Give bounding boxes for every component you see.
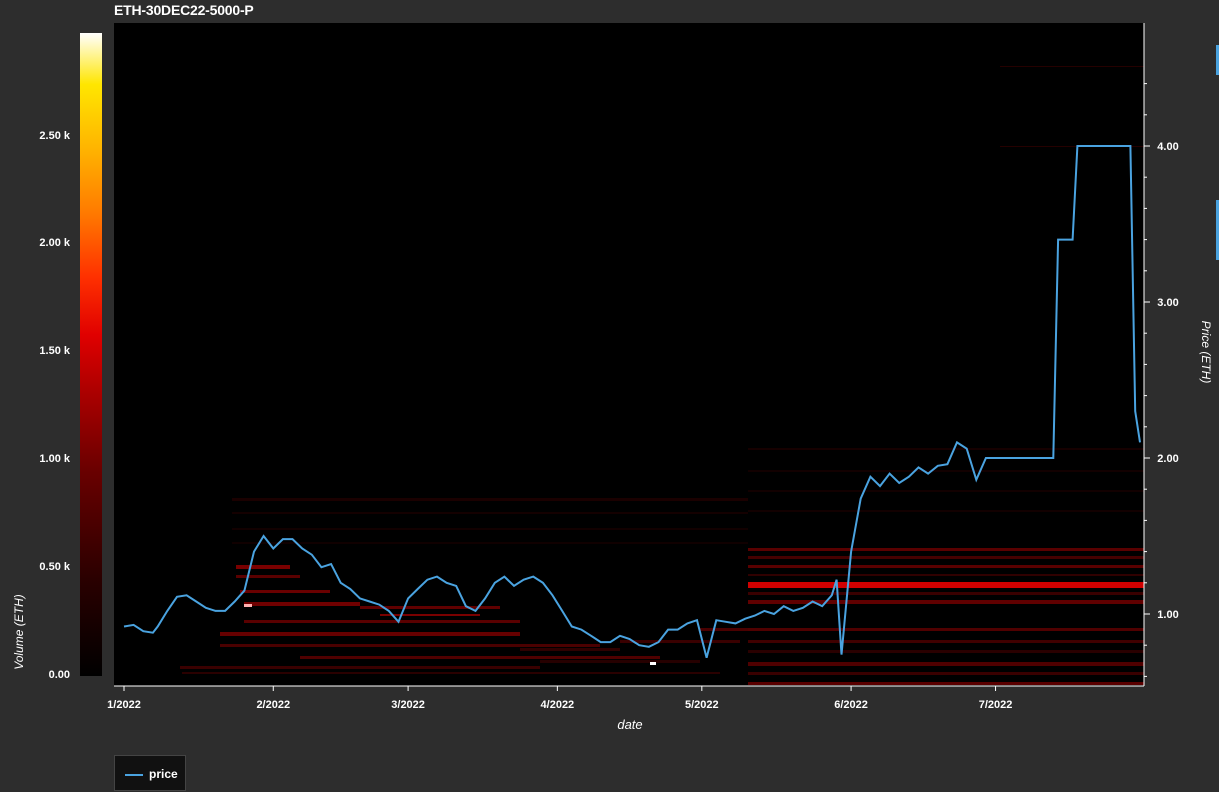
- price-axis: 1.00 2.00 3.00 4.00: [1143, 23, 1179, 686]
- heatmap-cell: [748, 650, 1144, 653]
- price-tick-label: 2.00: [1157, 453, 1178, 465]
- heatmap-cell: [236, 575, 300, 578]
- heatmap-cell: [1000, 66, 1144, 67]
- heatmap-cell: [650, 662, 656, 665]
- heatmap-cell: [244, 604, 252, 607]
- heatmap-cell: [520, 648, 620, 651]
- heatmap-cell: [180, 666, 540, 669]
- heatmap-cell: [232, 542, 748, 544]
- x-tick-label: 7/2022: [979, 699, 1013, 711]
- price-tick-label: 4.00: [1157, 141, 1178, 153]
- legend[interactable]: price: [114, 755, 186, 791]
- heatmap-cell: [748, 510, 1144, 512]
- legend-price-swatch: [125, 774, 143, 776]
- heatmap-cell: [748, 628, 1144, 631]
- heatmap-cell: [540, 660, 700, 663]
- x-tick-label: 1/2022: [107, 699, 141, 711]
- x-tick-label: 4/2022: [541, 699, 575, 711]
- heatmap-cell: [748, 548, 1144, 551]
- price-axis-label: Price (ETH): [1199, 320, 1213, 384]
- heatmap-cell: [748, 592, 1144, 595]
- heatmap-cell: [700, 628, 748, 631]
- x-axis: 1/2022 2/2022 3/2022 4/2022 5/2022 6/2022 7/20…: [107, 685, 1144, 711]
- heatmap-cell: [244, 620, 520, 623]
- heatmap-cell: [300, 656, 660, 659]
- heatmap-cell: [748, 682, 1144, 685]
- heatmap-cell: [236, 565, 290, 569]
- x-axis-label: date: [617, 717, 643, 732]
- heatmap-cell: [748, 574, 1144, 576]
- heatmap-cell: [748, 565, 1144, 568]
- heatmap-cell: [748, 640, 1144, 643]
- heatmap-cell: [380, 614, 480, 616]
- heatmap-cell: [244, 602, 360, 606]
- x-tick-label: 2/2022: [256, 699, 290, 711]
- heatmap-cell: [232, 498, 748, 501]
- heatmap-cell: [748, 672, 1144, 675]
- heatmap-cell: [748, 470, 1144, 472]
- heatmap-cell: [220, 644, 600, 647]
- price-tick-label: 1.00: [1157, 609, 1178, 621]
- heatmap-cell: [232, 528, 748, 530]
- heatmap-cell: [748, 556, 1144, 559]
- price-tick-label: 3.00: [1157, 297, 1178, 309]
- heatmap-cell: [240, 590, 330, 593]
- heatmap-cell: [620, 640, 740, 643]
- heatmap-cell: [748, 582, 1144, 588]
- x-tick-label: 5/2022: [685, 699, 719, 711]
- heatmap-cell: [748, 600, 1144, 604]
- heatmap-cell: [182, 672, 720, 674]
- legend-price-label: price: [149, 767, 178, 781]
- heatmap-cell: [220, 632, 520, 636]
- x-tick-label: 6/2022: [834, 699, 868, 711]
- heatmap-cell: [232, 512, 748, 514]
- heatmap-cell: [748, 448, 1144, 450]
- heatmap-cell: [748, 490, 1144, 492]
- heatmap-plot: 1/2022 2/2022 3/2022 4/2022 5/2022 6/2022 7/20…: [107, 23, 1179, 711]
- heatmap-cell: [748, 662, 1144, 666]
- x-tick-label: 3/2022: [391, 699, 425, 711]
